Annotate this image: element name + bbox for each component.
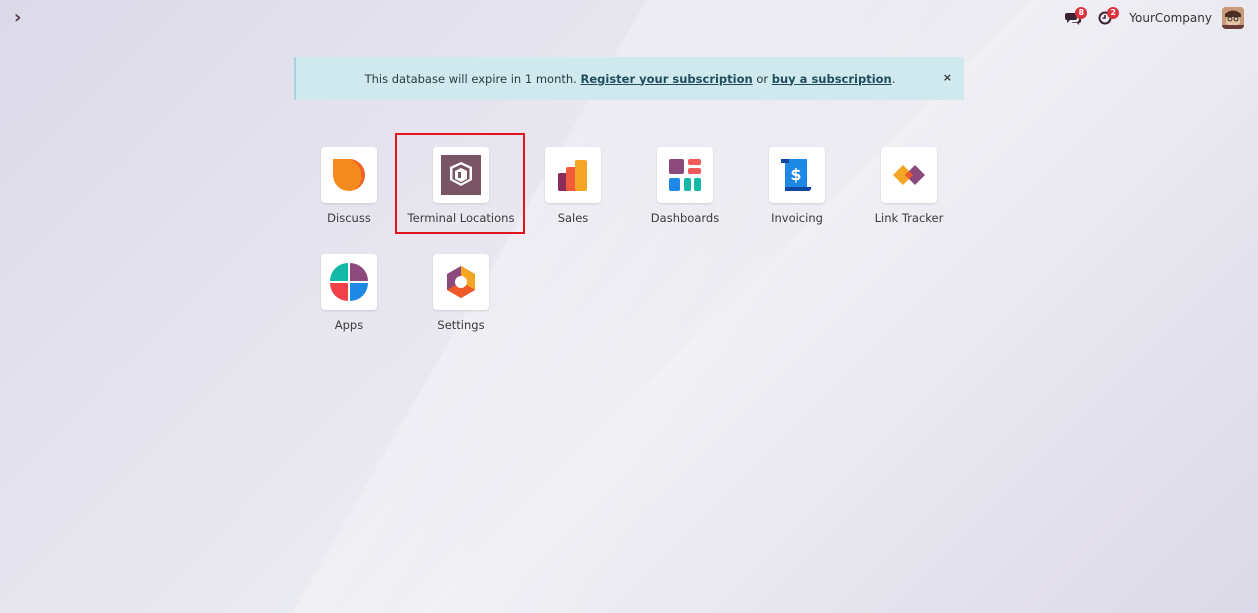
close-banner-button[interactable]: × [943, 71, 952, 84]
app-icon-tile [321, 254, 377, 310]
app-icon-tile [433, 254, 489, 310]
svg-text:$: $ [790, 165, 801, 184]
register-subscription-link[interactable]: Register your subscription [580, 72, 752, 86]
app-label: Dashboards [650, 211, 720, 225]
dashboards-icon [669, 159, 701, 191]
app-apps[interactable]: Apps [293, 254, 405, 354]
activities-badge: 2 [1107, 7, 1120, 19]
app-label: Sales [557, 211, 589, 225]
messages-button[interactable]: 8 [1057, 6, 1089, 30]
apps-icon [330, 263, 368, 301]
app-label: Discuss [327, 211, 371, 225]
expiration-banner: This database will expire in 1 month. Re… [294, 57, 964, 100]
activities-button[interactable]: 2 [1089, 6, 1121, 30]
invoicing-icon: $ [781, 159, 812, 192]
app-icon-tile [321, 147, 377, 203]
app-icon-tile [657, 147, 713, 203]
settings-icon [447, 266, 475, 298]
app-label: Invoicing [771, 211, 823, 225]
banner-text-middle: or [752, 71, 772, 86]
menu-toggle-icon[interactable]: › [14, 8, 30, 28]
app-label: Settings [437, 318, 485, 332]
sales-icon [558, 160, 587, 191]
app-label: Apps [334, 318, 364, 332]
app-dashboards[interactable]: Dashboards [629, 147, 741, 247]
buy-subscription-link[interactable]: buy a subscription [772, 72, 892, 86]
banner-text: This database will expire in 1 month. [364, 71, 577, 86]
systray: 8 2 YourCompany [1057, 6, 1244, 30]
avatar-icon [1222, 7, 1244, 29]
app-sales[interactable]: Sales [517, 147, 629, 247]
banner-text-end: . [891, 71, 896, 86]
app-icon-tile [433, 147, 489, 203]
app-icon-tile: $ [769, 147, 825, 203]
link-tracker-icon [893, 165, 925, 185]
app-terminal-locations[interactable]: Terminal Locations [405, 147, 517, 247]
app-icon-tile [545, 147, 601, 203]
app-link-tracker[interactable]: Link Tracker [853, 147, 965, 247]
app-label: Link Tracker [874, 211, 944, 225]
app-discuss[interactable]: Discuss [293, 147, 405, 247]
app-label: Terminal Locations [407, 211, 515, 225]
user-avatar[interactable] [1222, 7, 1244, 29]
app-icon-tile [881, 147, 937, 203]
app-settings[interactable]: Settings [405, 254, 517, 354]
app-invoicing[interactable]: $ Invoicing [741, 147, 853, 247]
top-navbar: › 8 2 YourCompany [0, 0, 1258, 36]
discuss-icon [333, 159, 365, 191]
company-switcher[interactable]: YourCompany [1129, 11, 1212, 25]
terminal-locations-icon [441, 155, 481, 195]
messages-badge: 8 [1075, 7, 1088, 19]
